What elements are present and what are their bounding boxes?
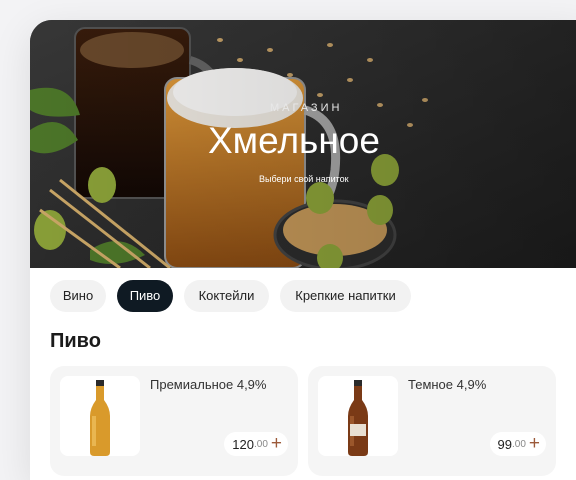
- product-image: [60, 376, 140, 456]
- price-cents: .00: [511, 438, 526, 450]
- tab-spirits[interactable]: Крепкие напитки: [280, 280, 411, 312]
- add-icon[interactable]: +: [529, 434, 540, 454]
- hero-banner: МАГАЗИН Хмельное Выбери свой напиток: [30, 20, 576, 268]
- beer-bottle-icon: [90, 380, 110, 456]
- store-card: МАГАЗИН Хмельное Выбери свой напиток Вин…: [30, 20, 576, 480]
- product-name: Темное 4,9%: [408, 377, 487, 392]
- price-add-button[interactable]: 120 .00 +: [224, 432, 288, 456]
- price-value: 120: [232, 436, 254, 452]
- tab-wine[interactable]: Вино: [50, 280, 106, 312]
- hero-subtitle: Выбери свой напиток: [259, 174, 349, 184]
- section-title: Пиво: [50, 330, 101, 352]
- price-add-button[interactable]: 99 .00 +: [489, 432, 546, 456]
- price-cents: .00: [253, 438, 268, 450]
- store-title: Хмельное: [208, 120, 380, 161]
- product-card-premium[interactable]: Премиальное 4,9% 120 .00 +: [50, 366, 298, 476]
- hero-eyebrow: МАГАЗИН: [270, 102, 343, 114]
- tab-cocktails[interactable]: Коктейли: [184, 280, 269, 312]
- beer-bottle-icon: [348, 380, 368, 456]
- product-image: [318, 376, 398, 456]
- add-icon[interactable]: +: [271, 434, 282, 454]
- price-value: 99: [497, 436, 512, 452]
- tab-beer[interactable]: Пиво: [117, 280, 173, 312]
- product-card-dark[interactable]: Темное 4,9% 99 .00 +: [308, 366, 556, 476]
- product-name: Премиальное 4,9%: [150, 377, 267, 392]
